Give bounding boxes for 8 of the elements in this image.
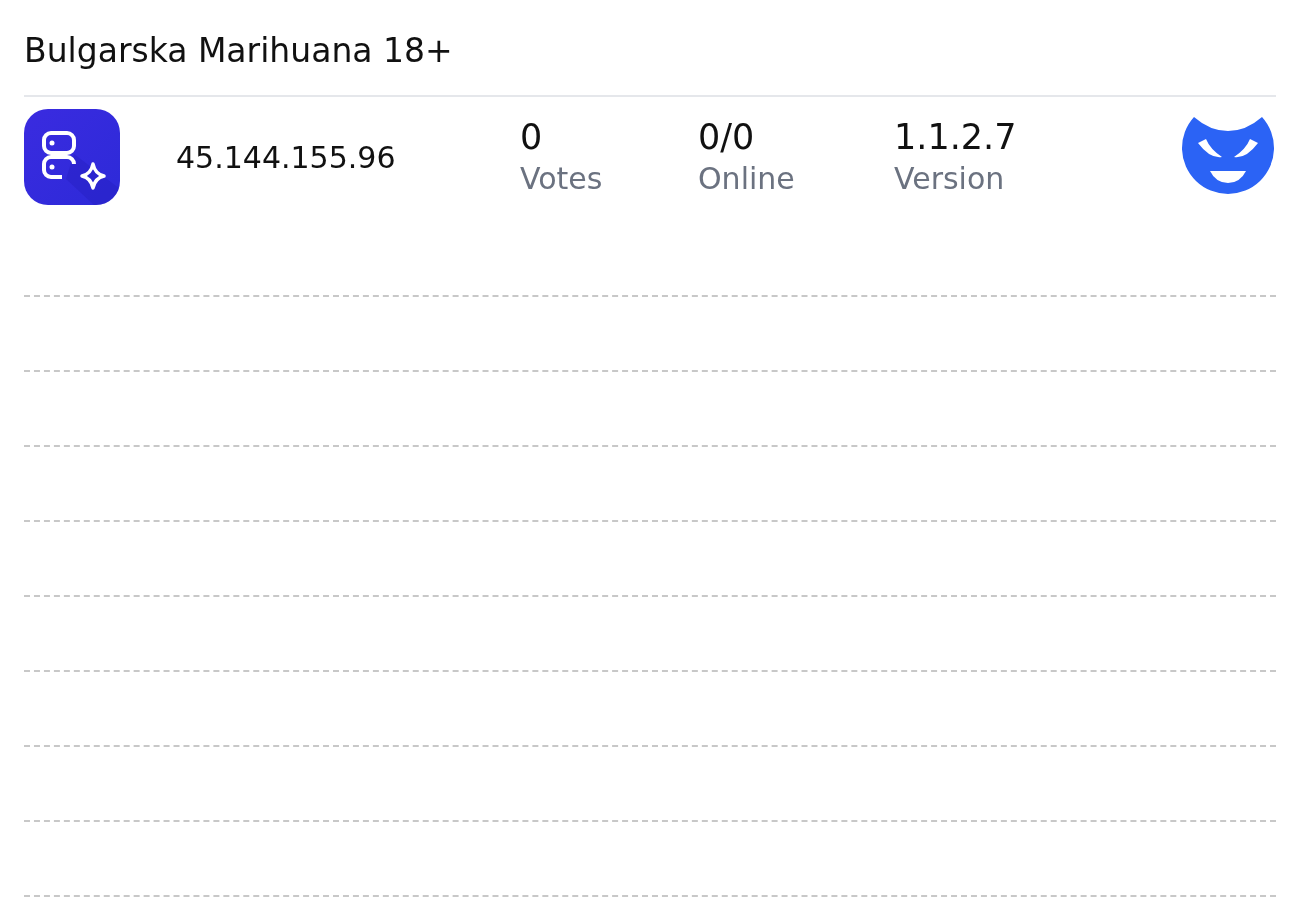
stat-value: 1.1.2.7 — [894, 117, 1018, 157]
stat-value: 0 — [520, 117, 544, 157]
stat-label: Online — [698, 161, 796, 197]
stat-label: Version — [894, 161, 1006, 197]
server-name: Bulgarska Marihuana 18+ — [24, 30, 454, 72]
server-address: 45.144.155.96 — [176, 139, 397, 175]
stat-value: 0/0 — [698, 117, 756, 157]
stat-label: Votes — [520, 161, 604, 197]
